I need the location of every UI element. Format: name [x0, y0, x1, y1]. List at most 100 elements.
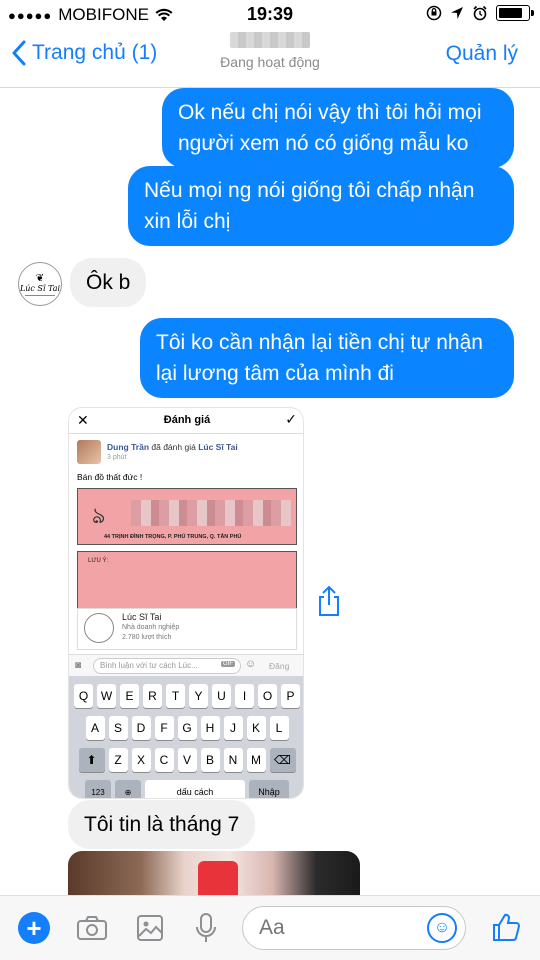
- globe-icon: ⊕: [115, 780, 141, 798]
- message-bubble-outgoing[interactable]: Tôi ko cần nhận lại tiền chị tự nhận lại…: [140, 318, 514, 398]
- comment-input: Bình luận với tư cách Lúc...: [93, 658, 241, 674]
- keyboard-row: QWERTYUIOP: [69, 684, 303, 708]
- delete-key: ⌫: [269, 748, 296, 772]
- keyboard-key: P: [281, 684, 300, 708]
- keyboard-key: N: [223, 748, 243, 772]
- page-name: Lúc Sĩ Tai: [122, 612, 162, 622]
- wings-logo-icon: ঌ: [92, 503, 106, 528]
- keyboard-key: R: [143, 684, 162, 708]
- review-action: đã đánh giá: [149, 442, 199, 452]
- message-bubble-incoming[interactable]: Tôi tin là tháng 7: [68, 800, 256, 849]
- keyboard-key: S: [108, 716, 128, 740]
- message-bubble-outgoing[interactable]: Ok nếu chị nói vậy thì tôi hỏi mọi người…: [162, 88, 514, 168]
- camera-icon: ◙: [75, 660, 82, 671]
- keyboard-key: M: [246, 748, 266, 772]
- check-icon: ✓: [285, 411, 297, 427]
- more-actions-button[interactable]: +: [18, 912, 50, 944]
- alarm-icon: [473, 5, 487, 21]
- avatar-logo-icon: ❦: [35, 272, 45, 284]
- battery-level: [499, 8, 522, 18]
- keyboard-key: X: [131, 748, 151, 772]
- chevron-left-icon: [12, 40, 26, 66]
- return-key: Nhập: [249, 780, 289, 798]
- status-bar: ●●●●● MOBIFONE 19:39: [0, 0, 540, 30]
- keyboard-key: O: [258, 684, 277, 708]
- photo-detail: [198, 861, 238, 895]
- keyboard-key: F: [154, 716, 174, 740]
- shared-screenshot-image[interactable]: ✕ Đánh giá ✓ Dung Trần đã đánh giá Lúc S…: [68, 407, 304, 799]
- keyboard-key: H: [200, 716, 220, 740]
- camera-button[interactable]: [74, 910, 110, 946]
- review-text: Bán đồ thất đức !: [77, 472, 143, 482]
- reviewed-page: Lúc Sĩ Tai: [198, 442, 238, 452]
- keyboard-key: E: [120, 684, 139, 708]
- notice-label: LƯU Ý:: [88, 558, 109, 564]
- post-button: Đăng: [269, 661, 290, 671]
- avatar-brand-text: Lúc Sĩ Tai: [19, 283, 61, 293]
- contact-name-blurred: [230, 32, 310, 48]
- reviewer-name: Dung Trần: [107, 442, 150, 452]
- shift-key: ⬆: [78, 748, 105, 772]
- comment-bar: ◙ Bình luận với tư cách Lúc... GIF ☺ Đăn…: [69, 654, 303, 676]
- shared-photo[interactable]: [68, 851, 360, 895]
- message-input[interactable]: [259, 915, 409, 941]
- thumbs-up-icon: [493, 913, 521, 941]
- back-button[interactable]: Trang chủ (1): [12, 40, 157, 66]
- keyboard-key: W: [97, 684, 116, 708]
- orientation-lock-icon: [426, 5, 442, 21]
- keyboard-key: Y: [189, 684, 208, 708]
- emoji-icon: ☺: [245, 658, 257, 670]
- contact-title[interactable]: Đang hoạt động: [170, 30, 370, 70]
- keyboard-key: Q: [74, 684, 93, 708]
- contact-avatar[interactable]: ❦ Lúc Sĩ Tai: [18, 262, 62, 306]
- gif-icon: GIF: [221, 661, 235, 667]
- keyboard-key: A: [85, 716, 105, 740]
- keyboard-key: T: [166, 684, 185, 708]
- page-category: Nhà doanh nghiệp: [122, 624, 180, 631]
- keyboard-key: I: [235, 684, 254, 708]
- keyboard-key: V: [177, 748, 197, 772]
- keyboard-key: J: [223, 716, 243, 740]
- status-icons: [426, 5, 534, 21]
- location-icon: [451, 7, 463, 19]
- page-likes: 2.780 lượt thích: [122, 634, 172, 641]
- keyboard-key: B: [200, 748, 220, 772]
- image-icon: [137, 915, 163, 941]
- composer-bar: + ☺: [0, 895, 540, 960]
- page-card: Lúc Sĩ Tai Nhà doanh nghiệp 2.780 lượt t…: [77, 608, 297, 650]
- gallery-button[interactable]: [132, 910, 168, 946]
- shop-notice: LƯU Ý:: [77, 551, 297, 609]
- keyboard: QWERTYUIOP ASDFGHJKL ⬆ ZXCVBNM ⌫ 123 ⊕ d…: [69, 676, 303, 798]
- manage-button[interactable]: Quản lý: [446, 42, 518, 66]
- keyboard-key: G: [177, 716, 197, 740]
- keyboard-key: Z: [108, 748, 128, 772]
- keyboard-row: ASDFGHJKL: [69, 716, 303, 740]
- keyboard-key: C: [154, 748, 174, 772]
- keyboard-row: ⬆ ZXCVBNM ⌫: [69, 748, 303, 772]
- page-logo: [84, 613, 114, 643]
- emoji-button[interactable]: ☺: [427, 913, 457, 943]
- voice-button[interactable]: [188, 910, 224, 946]
- share-icon[interactable]: [314, 585, 344, 616]
- shop-address: 44 TRỊNH ĐÌNH TRỌNG, P. PHÚ TRUNG, Q. TÂ…: [104, 534, 242, 540]
- battery-icon: [496, 5, 534, 21]
- letter-keys: ZXCVBNM: [108, 748, 266, 772]
- conversation-header: Trang chủ (1) Đang hoạt động Quản lý: [0, 30, 540, 88]
- message-bubble-incoming[interactable]: Ôk b: [70, 258, 147, 307]
- keyboard-key: K: [246, 716, 266, 740]
- avatar-divider: [25, 294, 55, 296]
- message-bubble-outgoing[interactable]: Nếu mọi ng nói giống tôi chấp nhận xin l…: [128, 166, 514, 246]
- numbers-key: 123: [85, 780, 111, 798]
- keyboard-key: U: [212, 684, 231, 708]
- space-key: dấu cách: [145, 780, 245, 798]
- like-button[interactable]: [488, 909, 524, 945]
- message-input-wrapper: ☺: [242, 906, 466, 950]
- keyboard-key: D: [131, 716, 151, 740]
- back-label: Trang chủ (1): [32, 41, 158, 64]
- active-status: Đang hoạt động: [220, 54, 320, 70]
- microphone-icon: [196, 913, 216, 942]
- keyboard-row: 123 ⊕ dấu cách Nhập: [69, 780, 303, 798]
- camera-icon: [77, 916, 107, 940]
- review-header: ✕ Đánh giá ✓: [69, 408, 303, 434]
- reviewer-avatar: [77, 440, 101, 464]
